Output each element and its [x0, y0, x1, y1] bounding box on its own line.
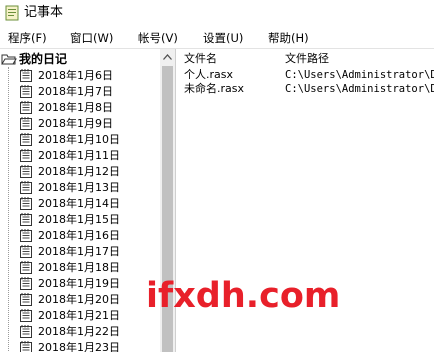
tree-root-label: 我的日记 — [19, 52, 68, 66]
tree-item-label: 2018年1月11日 — [38, 149, 120, 162]
tree-item-diary-entry[interactable]: 2018年1月21日 — [0, 308, 160, 324]
tree-item-label: 2018年1月22日 — [38, 325, 120, 338]
tree-item-diary-entry[interactable]: 2018年1月14日 — [0, 196, 160, 212]
tree-item-diary-entry[interactable]: 2018年1月8日 — [0, 100, 160, 116]
tree-item-label: 2018年1月10日 — [38, 133, 120, 146]
tree-item-diary-entry[interactable]: 2018年1月16日 — [0, 228, 160, 244]
notebook-icon — [20, 181, 32, 194]
tree-item-label: 2018年1月6日 — [38, 69, 113, 82]
tree-item-label: 2018年1月14日 — [38, 197, 120, 210]
tree-item-label: 2018年1月19日 — [38, 277, 120, 290]
notebook-icon — [20, 213, 32, 226]
tree-item-label: 2018年1月15日 — [38, 213, 120, 226]
menu-help[interactable]: 帮助(H) — [268, 31, 309, 46]
tree-item-label: 2018年1月8日 — [38, 101, 113, 114]
tree-item-diary-entry[interactable]: 2018年1月23日 — [0, 340, 160, 352]
tree-item-label: 2018年1月13日 — [38, 181, 120, 194]
notebook-icon — [20, 133, 32, 146]
menu-settings[interactable]: 设置(U) — [203, 31, 243, 46]
folder-open-icon — [1, 54, 17, 65]
notebook-icon — [20, 229, 32, 242]
tree-item-label: 2018年1月16日 — [38, 229, 120, 242]
tree-item-diary-entry[interactable]: 2018年1月6日 — [0, 68, 160, 84]
menu-account[interactable]: 帐号(V) — [138, 31, 178, 46]
menu-program[interactable]: 程序(F) — [8, 31, 47, 46]
tree-item-label: 2018年1月7日 — [38, 85, 113, 98]
notebook-icon — [20, 261, 32, 274]
column-header-filepath[interactable]: 文件路径 — [285, 52, 329, 66]
tree-item-label: 2018年1月9日 — [38, 117, 113, 130]
file-list[interactable]: 文件名 文件路径 个人.rasx C:\Users\Administrator\… — [177, 49, 434, 352]
tree-item-diary-entry[interactable]: 2018年1月17日 — [0, 244, 160, 260]
file-name: 未命名.rasx — [184, 82, 245, 95]
notebook-icon — [20, 165, 32, 178]
tree-item-diary-entry[interactable]: 2018年1月22日 — [0, 324, 160, 340]
notebook-icon — [20, 85, 32, 98]
file-name: 个人.rasx — [184, 68, 234, 81]
tree-item-diary-entry[interactable]: 2018年1月19日 — [0, 276, 160, 292]
notebook-icon — [20, 69, 32, 82]
tree-item-label: 2018年1月20日 — [38, 293, 120, 306]
scroll-thumb[interactable] — [162, 66, 173, 352]
diary-tree[interactable]: 我的日记 2018年1月6日 2018年1月7日 2018年1月8日 2018年1月9… — [0, 49, 176, 352]
title-bar: 记事本 — [0, 0, 434, 28]
menu-bar: 程序(F) 窗口(W) 帐号(V) 设置(U) 帮助(H) — [0, 29, 434, 49]
column-header-filename[interactable]: 文件名 — [184, 52, 217, 66]
menu-window[interactable]: 窗口(W) — [70, 31, 113, 46]
tree-scrollbar[interactable] — [160, 49, 175, 352]
tree-item-diary-entry[interactable]: 2018年1月11日 — [0, 148, 160, 164]
notebook-icon — [20, 197, 32, 210]
tree-item-diary-entry[interactable]: 2018年1月10日 — [0, 132, 160, 148]
tree-item-label: 2018年1月17日 — [38, 245, 120, 258]
tree-item-diary-entry[interactable]: 2018年1月20日 — [0, 292, 160, 308]
notebook-icon — [20, 341, 32, 352]
tree-item-diary-entry[interactable]: 2018年1月9日 — [0, 116, 160, 132]
notebook-icon — [20, 293, 32, 306]
tree-item-label: 2018年1月12日 — [38, 165, 120, 178]
window-title: 记事本 — [24, 5, 64, 20]
notebook-icon — [20, 245, 32, 258]
tree-item-diary-entry[interactable]: 2018年1月15日 — [0, 212, 160, 228]
notebook-icon — [20, 325, 32, 338]
file-row[interactable]: 未命名.rasx C:\Users\Administrator\De — [177, 82, 434, 96]
tree-item-label: 2018年1月21日 — [38, 309, 120, 322]
scroll-up-button[interactable] — [160, 49, 175, 64]
tree-item-diary-entry[interactable]: 2018年1月13日 — [0, 180, 160, 196]
notepad-app-icon — [5, 5, 19, 21]
file-row[interactable]: 个人.rasx C:\Users\Administrator\Do — [177, 68, 434, 82]
notebook-icon — [20, 149, 32, 162]
tree-item-label: 2018年1月18日 — [38, 261, 120, 274]
chevron-up-icon — [163, 53, 172, 60]
notebook-icon — [20, 277, 32, 290]
tree-item-diary-entry[interactable]: 2018年1月7日 — [0, 84, 160, 100]
tree-item-label: 2018年1月23日 — [38, 341, 120, 352]
tree-item-diary-entry[interactable]: 2018年1月18日 — [0, 260, 160, 276]
file-path: C:\Users\Administrator\Do — [285, 69, 434, 81]
notebook-icon — [20, 309, 32, 322]
file-path: C:\Users\Administrator\De — [285, 83, 434, 95]
notebook-icon — [20, 117, 32, 130]
tree-item-diary-entry[interactable]: 2018年1月12日 — [0, 164, 160, 180]
notebook-icon — [20, 101, 32, 114]
